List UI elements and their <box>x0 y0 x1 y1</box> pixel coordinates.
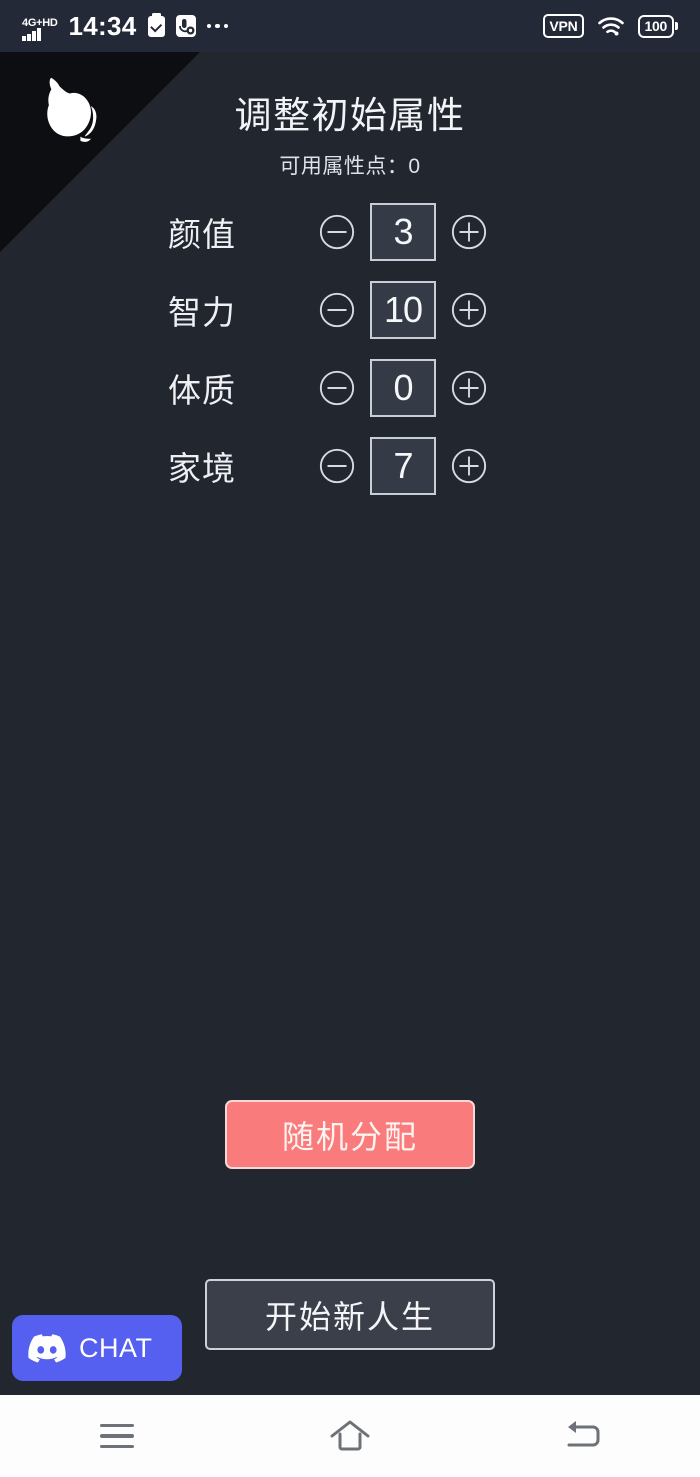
network-type-label: 4G+HD <box>22 17 58 29</box>
status-bar-clock: 14:34 <box>68 10 137 41</box>
attribute-row: 智力 10 <box>0 271 700 349</box>
nav-recents-button[interactable] <box>0 1395 233 1477</box>
attribute-row: 颜值 3 <box>0 193 700 271</box>
vpn-badge: VPN <box>543 14 584 38</box>
signal-bars-icon <box>22 28 58 41</box>
clipboard-check-icon <box>147 12 165 37</box>
page-title: 调整初始属性 <box>234 95 466 136</box>
hamburger-menu-icon <box>99 1423 134 1449</box>
discord-chat-label: CHAT <box>79 1332 153 1363</box>
attribute-label: 家境 <box>168 450 236 487</box>
attribute-value-appearance[interactable]: 3 <box>370 203 436 261</box>
page-header: 调整初始属性 可用属性点：0 <box>0 52 700 180</box>
decrement-button-family[interactable] <box>318 447 356 485</box>
wifi-icon <box>597 17 624 36</box>
android-nav-bar <box>0 1395 700 1477</box>
attribute-value-family[interactable]: 7 <box>370 437 436 495</box>
home-icon <box>330 1420 370 1451</box>
nav-home-button[interactable] <box>233 1395 466 1477</box>
phone-screen: 4G+HD 14:34 VPN 100 调整初始属性 可用属性点：0 颜值 3 … <box>0 0 700 1477</box>
increment-button-family[interactable] <box>450 447 488 485</box>
attribute-list: 颜值 3 智力 10 体质 0 家境 7 <box>0 193 700 505</box>
attribute-row: 体质 0 <box>0 349 700 427</box>
attribute-label: 智力 <box>168 294 236 331</box>
status-bar: 4G+HD 14:34 VPN 100 <box>0 0 700 52</box>
decrement-button-constitution[interactable] <box>318 369 356 407</box>
decrement-button-intelligence[interactable] <box>318 291 356 329</box>
battery-cap <box>675 22 678 30</box>
start-new-life-button[interactable]: 开始新人生 <box>205 1279 495 1350</box>
battery-indicator: 100 <box>637 14 678 38</box>
attribute-label: 颜值 <box>168 216 236 253</box>
attribute-value-constitution[interactable]: 0 <box>370 359 436 417</box>
attribute-value-intelligence[interactable]: 10 <box>370 281 436 339</box>
discord-logo-icon <box>28 1333 66 1362</box>
increment-button-intelligence[interactable] <box>450 291 488 329</box>
back-arrow-icon <box>567 1421 600 1447</box>
increment-button-appearance[interactable] <box>450 213 488 251</box>
mic-muted-icon <box>175 15 196 37</box>
increment-button-constitution[interactable] <box>450 369 488 407</box>
available-points-text: 可用属性点：0 <box>279 155 421 178</box>
attribute-row: 家境 7 <box>0 427 700 505</box>
random-allocate-button[interactable]: 随机分配 <box>225 1100 475 1169</box>
decrement-button-appearance[interactable] <box>318 213 356 251</box>
nav-back-button[interactable] <box>467 1395 700 1477</box>
status-bar-left: 4G+HD 14:34 <box>22 11 228 42</box>
cellular-signal-icon: 4G+HD <box>22 11 58 41</box>
discord-chat-button[interactable]: CHAT <box>12 1315 182 1381</box>
more-dots-icon <box>206 23 228 29</box>
status-bar-right: VPN 100 <box>543 14 678 38</box>
battery-level-label: 100 <box>637 14 674 38</box>
attribute-label: 体质 <box>168 372 236 409</box>
